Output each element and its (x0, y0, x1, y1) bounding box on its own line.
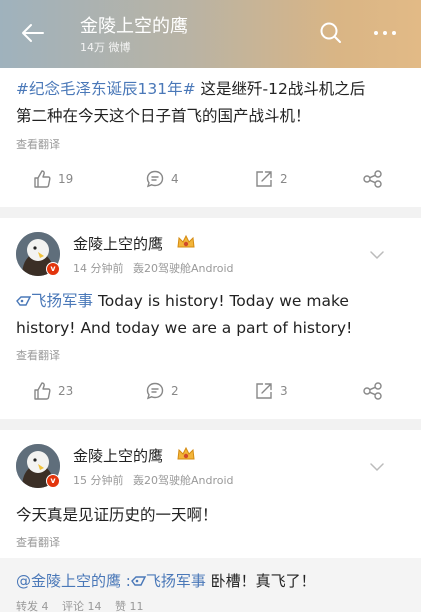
section-divider (0, 207, 421, 218)
comment-button[interactable]: 2 (145, 377, 179, 405)
top-bar: 金陵上空的鹰 14万 微博 (0, 0, 421, 68)
like-button[interactable]: 19 (32, 165, 73, 193)
search-icon (320, 22, 341, 43)
quoted-repost-text: @金陵上空的鹰 : 飞扬军事 卧槽！真飞了！ (16, 572, 316, 590)
comment-button[interactable]: 4 (145, 165, 179, 193)
like-count: 19 (58, 172, 74, 186)
mention-link[interactable]: @金陵上空的鹰 (16, 572, 121, 590)
chevron-down-icon[interactable] (368, 249, 386, 261)
quoted-repost[interactable]: @金陵上空的鹰 : 飞扬军事 卧槽！真飞了！ 转发 4 评论 14 赞 11 (0, 558, 421, 612)
repost-button[interactable]: 2 (254, 165, 288, 193)
verified-icon: v (46, 474, 60, 488)
page-subtitle: 14万 微博 (80, 41, 131, 54)
hashtag-link[interactable]: #纪念毛泽东诞辰131年# (16, 80, 196, 98)
quoted-repost-body: 卧槽！真飞了！ (205, 572, 316, 590)
crown-icon (177, 446, 195, 460)
comment-count: 4 (171, 172, 179, 186)
share-button[interactable] (362, 165, 390, 193)
share-icon (363, 382, 382, 400)
translate-link[interactable]: 查看翻译 (16, 136, 60, 152)
post-action-bar: 19 4 2 (0, 165, 421, 193)
comment-text-line1: Today is history! Today we make (93, 292, 349, 310)
post-body: #纪念毛泽东诞辰131年# 这是继歼-12战斗机之后 第二种在今天这个日子首飞的… (16, 76, 365, 130)
repost-button[interactable]: 3 (254, 377, 288, 405)
post-text-line1: 这是继歼-12战斗机之后 (195, 80, 366, 98)
crown-icon (177, 234, 195, 248)
comment-device: 轰20驾驶舱Android (133, 262, 234, 275)
comment-body: 飞扬军事 Today is history! Today we make his… (16, 288, 352, 342)
topic-icon (16, 296, 32, 306)
repost-icon (256, 383, 272, 399)
post-text-line2: 第二种在今天这个日子首飞的国产战斗机！ (16, 107, 311, 125)
comment-icon (146, 382, 164, 400)
comment-meta: 15 分钟前 轰20驾驶舱Android (73, 472, 234, 488)
like-icon (34, 170, 51, 188)
more-icon (374, 31, 396, 35)
repost-icon (256, 171, 272, 187)
forward-count: 转发 4 (16, 600, 49, 612)
translate-link[interactable]: 查看翻译 (16, 534, 60, 550)
comment-user-name[interactable]: 金陵上空的鹰 (73, 233, 163, 254)
share-button[interactable] (362, 377, 390, 405)
like-count: 23 (58, 384, 74, 398)
translate-link[interactable]: 查看翻译 (16, 347, 60, 363)
comment-time: 15 分钟前 (73, 474, 124, 487)
chevron-down-icon[interactable] (368, 461, 386, 473)
comment-count: 2 (171, 384, 179, 398)
back-arrow-icon (22, 24, 44, 42)
search-button[interactable] (318, 20, 344, 46)
repost-count: 2 (280, 172, 288, 186)
comment-user-name[interactable]: 金陵上空的鹰 (73, 445, 163, 466)
comment-count: 评论 14 (62, 600, 102, 612)
like-icon (34, 382, 51, 400)
comment-text-line2: history! And today we are a part of hist… (16, 319, 353, 337)
comment-time: 14 分钟前 (73, 262, 124, 275)
more-button[interactable] (372, 22, 398, 44)
quoted-repost-stats: 转发 4 评论 14 赞 11 (16, 598, 154, 612)
comment-action-bar: 23 2 3 (0, 377, 421, 405)
like-count: 赞 11 (115, 600, 144, 612)
page-title: 金陵上空的鹰 (80, 16, 188, 37)
comment-device: 轰20驾驶舱Android (133, 474, 234, 487)
topic-icon (130, 576, 146, 586)
topic-link[interactable]: 飞扬军事 (130, 572, 206, 590)
verified-icon: v (46, 262, 60, 276)
back-button[interactable] (18, 18, 48, 48)
comment-meta: 14 分钟前 轰20驾驶舱Android (73, 260, 234, 276)
repost-count: 3 (280, 384, 288, 398)
comment-icon (146, 170, 164, 188)
share-icon (363, 170, 382, 188)
section-divider (0, 419, 421, 430)
comment-body: 今天真是见证历史的一天啊！ (16, 506, 218, 524)
like-button[interactable]: 23 (32, 377, 73, 405)
topic-link[interactable]: 飞扬军事 (16, 292, 93, 310)
